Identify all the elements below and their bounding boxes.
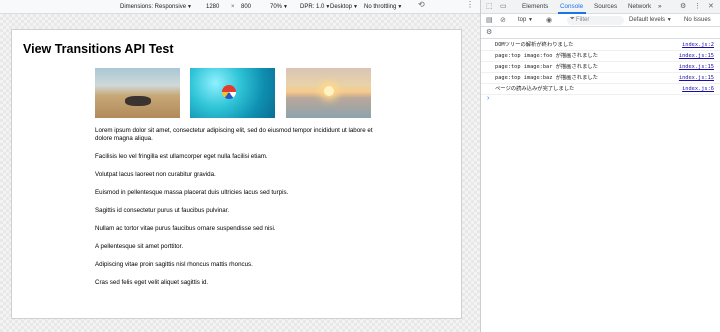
device-emulation-pane: Dimensions: Responsive▼ 1280 × 800 70%▼ … <box>0 0 480 332</box>
log-text: page:top image:bar が描画されました <box>495 64 598 70</box>
tab-console[interactable]: Console <box>560 3 583 10</box>
more-options-icon[interactable]: ⋮ <box>694 3 701 11</box>
devtools-panel: ⬚ ▭ Elements Console Sources Network » ⚙… <box>481 0 720 332</box>
filter-input[interactable]: Filter <box>567 16 624 25</box>
throttling-label: No throttling <box>364 4 397 10</box>
issues-counter[interactable]: No Issues <box>684 17 711 23</box>
chevron-down-icon: ▼ <box>528 17 533 23</box>
console-message: ページの読み込みが完了しました index.js:6 <box>481 84 720 95</box>
log-source-link[interactable]: index.js:15 <box>679 62 714 73</box>
levels-label: Default levels <box>629 17 666 23</box>
console-settings-gear-icon[interactable]: ⚙ <box>486 29 492 37</box>
times-sign: × <box>231 4 235 10</box>
paragraph: Sagittis id consectetur purus ut faucibu… <box>95 207 230 214</box>
more-tabs-icon[interactable]: » <box>658 3 662 10</box>
device-type-label: Desktop <box>330 4 353 10</box>
dpr-select[interactable]: DPR: 1.0▼ <box>300 3 330 11</box>
log-source-link[interactable]: index.js:15 <box>679 73 714 84</box>
dpr-label: DPR: 1.0 <box>300 4 325 10</box>
paragraph: Euismod in pellentesque massa placerat d… <box>95 189 289 196</box>
paragraph: Adipiscing vitae proin sagittis nisl rho… <box>95 261 253 268</box>
inspect-element-icon[interactable]: ⬚ <box>486 3 493 11</box>
paragraph-list: Lorem ipsum dolor sit amet, consectetur … <box>95 127 385 297</box>
width-input[interactable]: 1280 <box>203 2 229 12</box>
device-type-select[interactable]: Desktop▼ <box>330 3 358 11</box>
sunglasses-graphic <box>125 96 151 106</box>
sidebar-toggle-icon[interactable]: ▤ <box>486 17 493 25</box>
sunset-graphic <box>324 86 334 96</box>
more-options-icon[interactable]: ⋮ <box>466 1 474 9</box>
tab-sources[interactable]: Sources <box>594 3 617 10</box>
devtools-tab-bar: ⬚ ▭ Elements Console Sources Network » ⚙… <box>481 0 720 14</box>
chevron-down-icon: ▼ <box>187 4 192 10</box>
levels-select[interactable]: Default levels ▼ <box>629 17 672 23</box>
context-select[interactable]: top ▼ <box>518 17 533 23</box>
log-text: page:top image:baz が描画されました <box>495 75 598 81</box>
beach-ball-graphic <box>222 85 236 99</box>
image-bar[interactable] <box>190 68 275 118</box>
dimensions-label: Dimensions: Responsive <box>120 4 187 10</box>
chevron-down-icon: ▼ <box>666 17 672 23</box>
console-message: DOMツリーの解析が終わりました index.js:2 <box>481 40 720 51</box>
throttling-select[interactable]: No throttling▼ <box>364 3 402 11</box>
zoom-select[interactable]: 70%▼ <box>270 3 288 11</box>
paragraph: Cras sed felis eget velit aliquet sagitt… <box>95 279 209 286</box>
zoom-label: 70% <box>270 4 283 10</box>
image-foo[interactable] <box>95 68 180 118</box>
log-source-link[interactable]: index.js:15 <box>679 51 714 62</box>
dimensions-select[interactable]: Dimensions: Responsive▼ <box>120 3 192 11</box>
height-input[interactable]: 800 <box>238 2 264 12</box>
paragraph: Lorem ipsum dolor sit amet, consectetur … <box>95 127 373 142</box>
console-prompt[interactable]: › <box>487 95 489 102</box>
live-expression-eye-icon[interactable]: ◉ <box>546 17 552 25</box>
chevron-down-icon: ▼ <box>353 4 358 10</box>
page-title: View Transitions API Test <box>23 42 174 56</box>
tab-elements[interactable]: Elements <box>522 3 548 10</box>
console-toolbar: ▤ ⊘ top ▼ ◉ Filter ⏷ Default levels ▼ No… <box>481 14 720 27</box>
image-baz[interactable] <box>286 68 371 118</box>
console-settings-row: ⚙ <box>481 27 720 39</box>
chevron-down-icon: ▼ <box>397 4 403 10</box>
device-toolbar: Dimensions: Responsive▼ 1280 × 800 70%▼ … <box>0 0 480 14</box>
console-message: page:top image:baz が描画されました index.js:15 <box>481 73 720 84</box>
log-text: page:top image:foo が描画されました <box>495 53 598 59</box>
chevron-down-icon: ▼ <box>283 4 288 10</box>
log-source-link[interactable]: index.js:6 <box>682 84 714 95</box>
close-icon[interactable]: ✕ <box>708 3 714 11</box>
clear-console-icon[interactable]: ⊘ <box>500 17 506 25</box>
tab-network[interactable]: Network <box>628 3 651 10</box>
console-messages: DOMツリーの解析が終わりました index.js:2 page:top ima… <box>481 40 720 95</box>
paragraph: Nullam ac tortor vitae purus faucibus or… <box>95 225 276 232</box>
log-source-link[interactable]: index.js:2 <box>682 40 714 51</box>
console-message: page:top image:foo が描画されました index.js:15 <box>481 51 720 62</box>
emulated-viewport: View Transitions API Test Lorem ipsum do… <box>12 30 461 318</box>
paragraph: Facilisis leo vel fringilla est ullamcor… <box>95 153 268 160</box>
paragraph: Volutpat lacus laoreet non curabitur gra… <box>95 171 216 178</box>
filter-icon: ⏷ <box>570 16 575 22</box>
context-label: top <box>518 17 527 23</box>
rotate-icon[interactable]: ⟲ <box>418 1 425 9</box>
log-text: ページの読み込みが完了しました <box>495 86 575 92</box>
log-text: DOMツリーの解析が終わりました <box>495 42 574 48</box>
console-message: page:top image:bar が描画されました index.js:15 <box>481 62 720 73</box>
device-toggle-icon[interactable]: ▭ <box>500 3 507 11</box>
settings-gear-icon[interactable]: ⚙ <box>680 3 686 11</box>
paragraph: A pellentesque sit amet porttitor. <box>95 243 184 250</box>
